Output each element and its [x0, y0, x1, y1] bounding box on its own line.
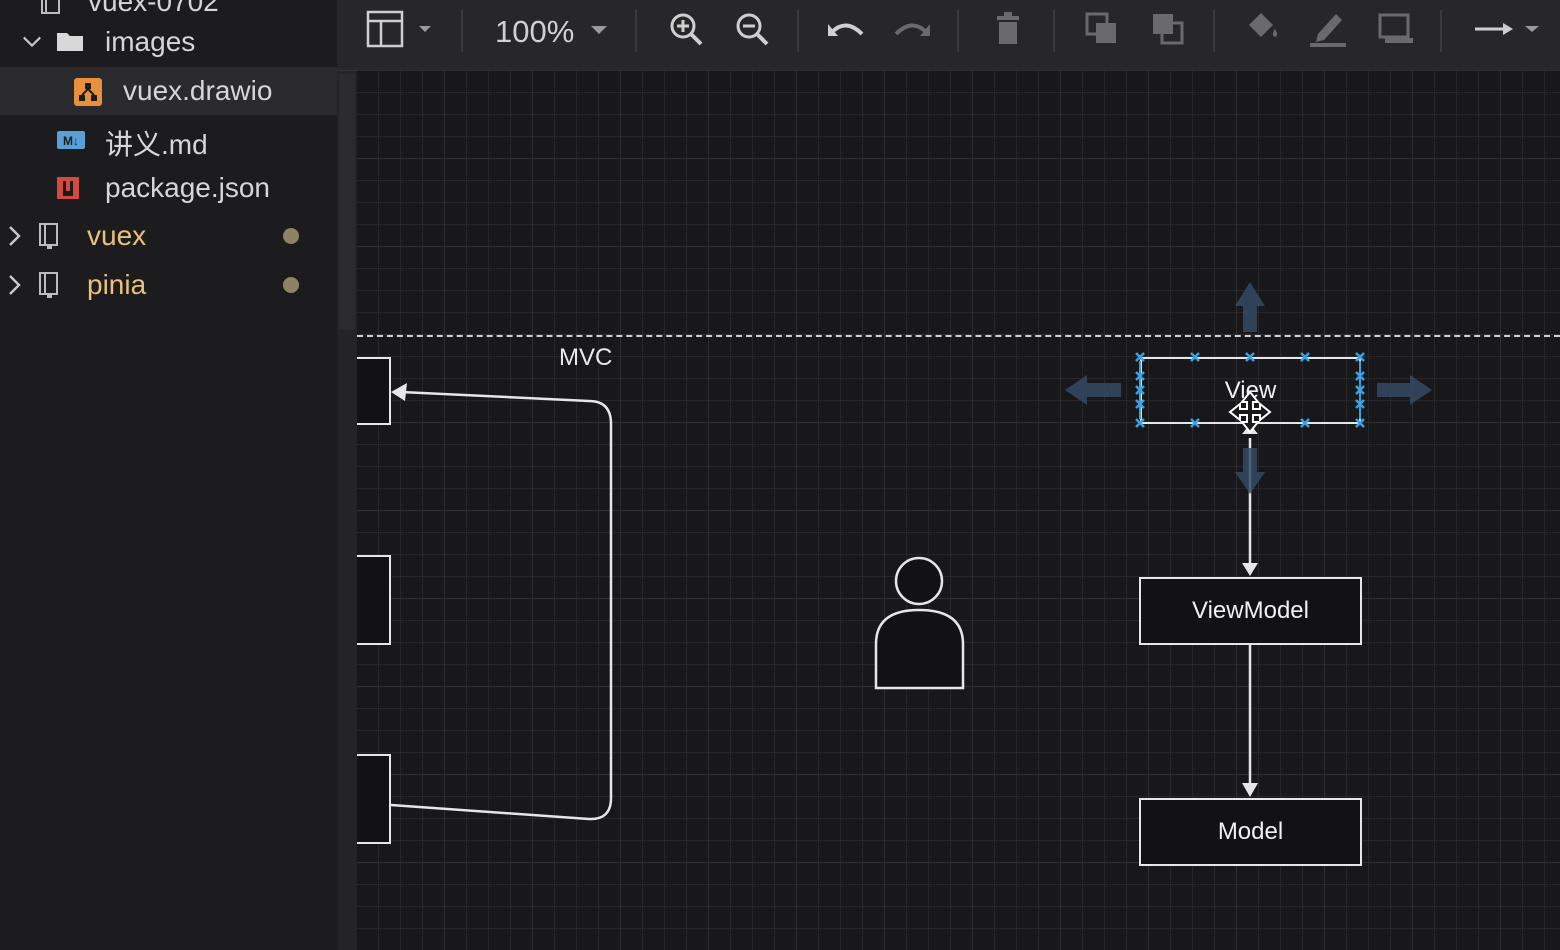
to-back-button[interactable] [1145, 0, 1191, 62]
zoom-out-button[interactable] [729, 0, 775, 62]
tree-item-label: package.json [105, 172, 271, 203]
markdown-file-icon: M↓ [56, 130, 86, 150]
drawio-file-icon [73, 77, 103, 107]
tree-item-vuex[interactable]: vuex [0, 212, 337, 260]
layout-format-button[interactable] [362, 0, 438, 62]
toolbar-separator [461, 10, 463, 52]
toolbar-separator [635, 10, 637, 52]
delete-button[interactable] [985, 0, 1031, 62]
fill-color-icon [1243, 11, 1281, 52]
toolbar-separator [957, 10, 959, 52]
tree-item-label: pinia [87, 269, 147, 300]
tree-item-label: vuex-0702 [88, 0, 219, 17]
connector-arrowhead [1242, 563, 1258, 576]
move-icon [1228, 390, 1272, 434]
connector-arrowhead [391, 383, 407, 401]
modified-indicator [283, 228, 299, 244]
redo-icon [892, 14, 932, 49]
tree-item-label: vuex.drawio [123, 75, 273, 106]
zoom-in-button[interactable] [663, 0, 709, 62]
diagram-toolbar: 100% [337, 0, 1560, 71]
connector-style-button[interactable] [1465, 0, 1547, 62]
undo-button[interactable] [823, 0, 869, 62]
redo-button[interactable] [889, 0, 935, 62]
tree-item-notes-md[interactable]: M↓ 讲义.md [0, 115, 337, 163]
npm-file-icon [56, 176, 80, 200]
toolbar-separator [1213, 10, 1215, 52]
connector-arrowhead [1242, 783, 1258, 797]
file-explorer: vuex-0702 images vuex.drawio M↓ 讲义.md pa… [0, 0, 337, 950]
toolbar-separator [1440, 10, 1442, 52]
tree-item-vuex-drawio[interactable]: vuex.drawio [0, 67, 337, 115]
diagram-canvas[interactable]: MVC View ViewModel Model [357, 70, 1560, 950]
toolbar-separator [797, 10, 799, 52]
repo-icon [38, 271, 60, 299]
undo-icon [826, 14, 866, 49]
zoom-in-icon [668, 11, 704, 52]
zoom-level[interactable]: 100% [495, 14, 574, 50]
fill-color-button[interactable] [1239, 0, 1285, 62]
viewmodel-shape[interactable]: ViewModel [1139, 577, 1362, 645]
to-front-icon [1084, 11, 1120, 52]
tree-item-package-json[interactable]: package.json [0, 164, 337, 212]
zoom-dropdown[interactable] [587, 0, 611, 62]
chevron-down-icon [590, 22, 608, 40]
model-label: Model [1217, 818, 1284, 845]
modified-indicator [283, 277, 299, 293]
model-shape[interactable]: Model [1139, 798, 1362, 866]
tree-item-label: images [105, 26, 196, 57]
line-color-button[interactable] [1305, 0, 1351, 62]
sidebar-scrollbar[interactable] [337, 0, 357, 950]
chevron-down-icon [22, 32, 42, 52]
chevron-right-icon [5, 275, 25, 295]
repo-icon [38, 222, 60, 250]
tree-item-label: 讲义.md [105, 129, 208, 160]
to-back-icon [1150, 11, 1186, 52]
viewmodel-label: ViewModel [1192, 597, 1309, 624]
shadow-button[interactable] [1373, 0, 1419, 62]
repo-icon [40, 0, 62, 16]
tree-item-images[interactable]: images [0, 18, 337, 66]
delete-icon [993, 11, 1023, 51]
layout-icon [365, 9, 435, 54]
line-color-icon [1308, 10, 1348, 53]
chevron-right-icon [5, 226, 25, 246]
diagram-connectors [390, 282, 1432, 821]
person-icon [874, 556, 965, 690]
svg-text:M↓: M↓ [63, 134, 79, 148]
to-front-button[interactable] [1079, 0, 1125, 62]
connector-icon [1469, 19, 1543, 44]
zoom-out-icon [734, 11, 770, 52]
tree-item-label: vuex [87, 220, 147, 251]
tree-item-pinia[interactable]: pinia [0, 261, 337, 309]
scrollbar-thumb[interactable] [339, 74, 355, 330]
folder-icon [56, 30, 84, 52]
mvc-loop-connector [390, 390, 613, 821]
shadow-icon [1377, 12, 1415, 51]
toolbar-separator [1053, 10, 1055, 52]
